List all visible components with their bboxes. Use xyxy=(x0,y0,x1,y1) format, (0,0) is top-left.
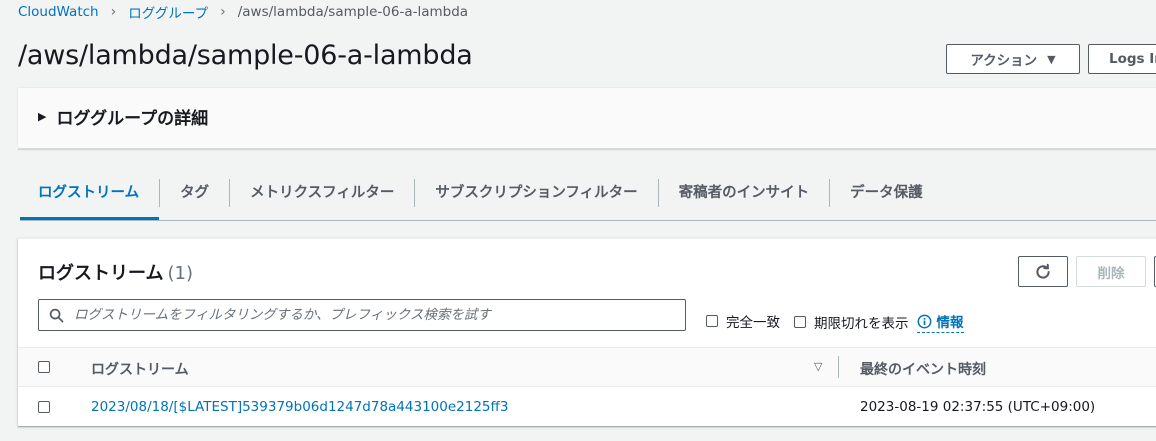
tab-label: 寄稿者のインサイト xyxy=(657,179,830,207)
tab-label: データ保護 xyxy=(829,179,943,207)
last-event-time: 2023-08-19 02:37:55 (UTC+09:00) xyxy=(860,399,1096,415)
caret-down-icon: ▼ xyxy=(1047,52,1056,66)
log-stream-search[interactable] xyxy=(38,299,686,331)
info-icon xyxy=(917,314,931,328)
log-streams-container: ログストリーム(1) 削除 完全一致 期限切れを表示 情報 xyxy=(18,238,1156,426)
refresh-button[interactable] xyxy=(1018,256,1068,287)
log-group-details-panel: ▶ ロググループの詳細 xyxy=(18,87,1156,149)
refresh-icon xyxy=(1036,263,1050,279)
exact-match-checkbox[interactable] xyxy=(706,315,718,327)
tab-log-streams[interactable]: ログストリーム xyxy=(20,168,160,220)
select-all-checkbox[interactable] xyxy=(38,361,50,373)
tab-data-protection[interactable]: データ保護 xyxy=(829,168,943,218)
breadcrumb-log-groups[interactable]: ロググループ xyxy=(128,2,208,22)
logs-insights-label: Logs In xyxy=(1109,51,1156,67)
page-title: /aws/lambda/sample-06-a-lambda xyxy=(18,40,473,71)
column-header-last-event[interactable]: 最終のイベント時刻 xyxy=(860,359,986,379)
sort-caret-icon[interactable]: ▽ xyxy=(814,360,822,373)
chevron-right-icon: › xyxy=(110,4,117,20)
show-expired-option[interactable]: 期限切れを表示 情報 xyxy=(794,311,964,333)
tab-label: サブスクリプションフィルター xyxy=(414,179,657,207)
show-expired-checkbox[interactable] xyxy=(794,316,806,328)
tab-bar: ログストリーム タグ メトリクスフィルター サブスクリプションフィルター 寄稿者… xyxy=(20,168,1156,221)
show-expired-label: 期限切れを表示 xyxy=(814,316,909,332)
actions-button[interactable]: アクション ▼ xyxy=(946,44,1080,74)
tab-subscription-filters[interactable]: サブスクリプションフィルター xyxy=(414,168,657,218)
log-streams-heading-text: ログストリーム xyxy=(38,263,164,284)
delete-button[interactable]: 削除 xyxy=(1076,256,1146,287)
breadcrumb: CloudWatch › ロググループ › /aws/lambda/sample… xyxy=(18,2,469,22)
table-header: ログストリーム ▽ 最終のイベント時刻 xyxy=(18,347,1156,387)
log-stream-link[interactable]: 2023/08/18/[$LATEST]539379b06d1247d78a44… xyxy=(91,399,508,415)
caret-right-icon: ▶ xyxy=(38,110,47,123)
column-divider xyxy=(838,356,839,378)
tab-contributor-insights[interactable]: 寄稿者のインサイト xyxy=(657,168,830,218)
log-streams-count: (1) xyxy=(167,263,193,284)
info-link[interactable]: 情報 xyxy=(916,311,964,333)
exact-match-option[interactable]: 完全一致 xyxy=(706,311,780,331)
delete-label: 削除 xyxy=(1097,265,1125,282)
log-group-details-label: ロググループの詳細 xyxy=(56,109,209,129)
tab-label: メトリクスフィルター xyxy=(229,179,414,207)
column-header-log-stream[interactable]: ログストリーム xyxy=(91,359,189,379)
exact-match-label: 完全一致 xyxy=(726,315,780,331)
info-label: 情報 xyxy=(936,315,964,331)
tab-label: ログストリーム xyxy=(38,184,140,201)
log-streams-heading: ログストリーム (1) xyxy=(38,259,193,285)
row-checkbox[interactable] xyxy=(38,401,50,413)
chevron-right-icon: › xyxy=(220,4,226,20)
logs-insights-button[interactable]: Logs In xyxy=(1088,44,1156,74)
breadcrumb-cloudwatch[interactable]: CloudWatch xyxy=(18,4,99,20)
table-row: 2023/08/18/[$LATEST]539379b06d1247d78a44… xyxy=(18,387,1156,427)
log-stream-search-input[interactable] xyxy=(72,306,685,324)
actions-label: アクション xyxy=(970,53,1038,69)
log-group-details-toggle[interactable]: ▶ ロググループの詳細 xyxy=(38,104,208,129)
search-icon xyxy=(49,308,64,322)
breadcrumb-current: /aws/lambda/sample-06-a-lambda xyxy=(237,4,469,20)
tab-tags[interactable]: タグ xyxy=(159,168,229,218)
tab-label: タグ xyxy=(159,179,229,207)
tab-metric-filters[interactable]: メトリクスフィルター xyxy=(229,168,414,218)
